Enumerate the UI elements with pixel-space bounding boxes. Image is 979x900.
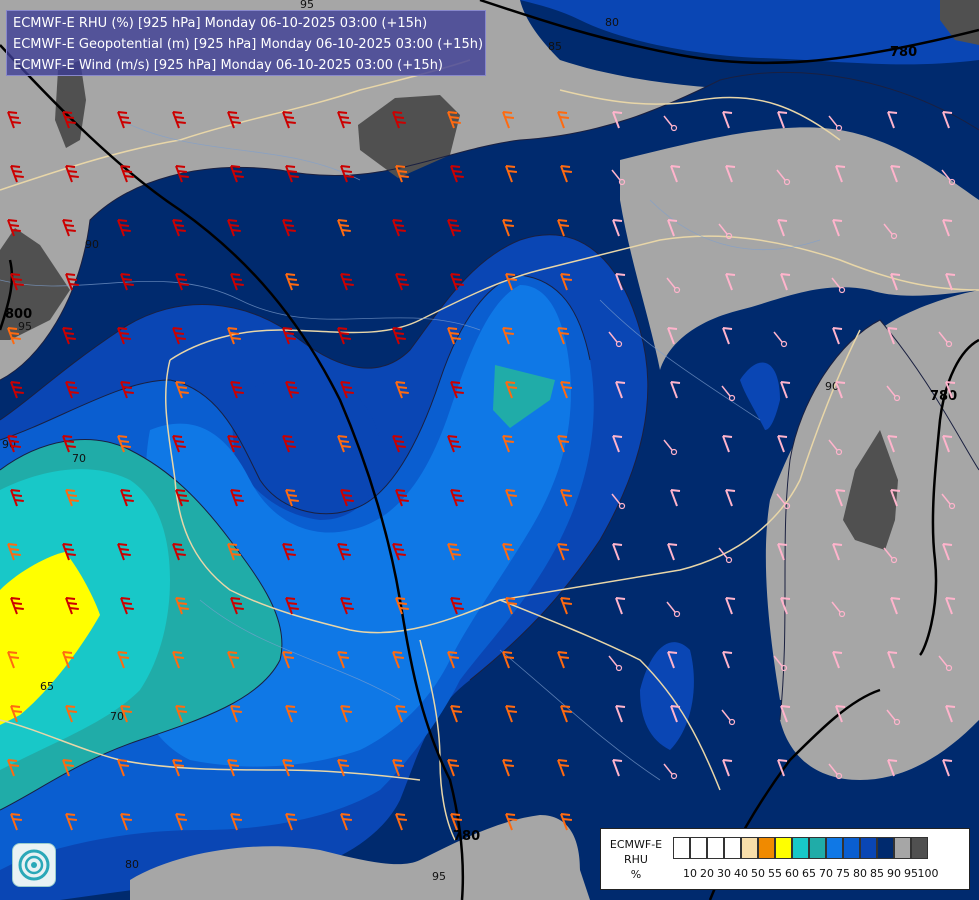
contour-label: 95 bbox=[432, 870, 446, 883]
legend-swatch bbox=[707, 837, 724, 859]
legend-swatch bbox=[775, 837, 792, 859]
legend-title-variable: RHU bbox=[624, 853, 648, 866]
contour-label: 80 bbox=[605, 16, 619, 29]
title-geopotential: ECMWF-E Geopotential (m) [925 hPa] Monda… bbox=[13, 37, 484, 52]
legend-tick-label: 55 bbox=[768, 867, 782, 880]
legend-tick-label: 95 bbox=[904, 867, 918, 880]
legend-swatch bbox=[911, 837, 928, 859]
legend-tick-label: 40 bbox=[734, 867, 748, 880]
title-box: ECMWF-E RHU (%) [925 hPa] Monday 06-10-2… bbox=[6, 10, 486, 76]
legend-tick-label: 50 bbox=[751, 867, 765, 880]
legend-tick-label: 20 bbox=[700, 867, 714, 880]
legend-swatch bbox=[741, 837, 758, 859]
legend-tick-label: 30 bbox=[717, 867, 731, 880]
legend-tick-label: 80 bbox=[853, 867, 867, 880]
weather-map: 80 85 90 95 90 95 70 70 65 90 80 95 780 … bbox=[0, 0, 979, 900]
legend-tick-label: 65 bbox=[802, 867, 816, 880]
contour-label: 70 bbox=[110, 710, 124, 723]
legend-title-unit: % bbox=[630, 868, 642, 881]
geopotential-label: 780 bbox=[930, 389, 957, 404]
legend-swatch bbox=[826, 837, 843, 859]
legend-swatch bbox=[894, 837, 911, 859]
ecmwf-logo-icon bbox=[12, 843, 56, 887]
legend-swatch bbox=[673, 837, 690, 859]
legend-tick-label: 85 bbox=[870, 867, 884, 880]
contour-label: 80 bbox=[125, 858, 139, 871]
legend-swatch bbox=[758, 837, 775, 859]
geopotential-label: 780 bbox=[890, 45, 917, 60]
legend-swatch bbox=[877, 837, 894, 859]
legend-swatch bbox=[724, 837, 741, 859]
legend-swatch bbox=[690, 837, 707, 859]
legend-tick-label: 10 bbox=[683, 867, 697, 880]
rhu-legend: ECMWF-E RHU % 10 20 30 40 50 55 60 65 70 75 80 85 90… bbox=[600, 828, 970, 890]
legend-tick-label: 90 bbox=[887, 867, 901, 880]
legend-swatch bbox=[843, 837, 860, 859]
contour-label: 65 bbox=[40, 680, 54, 693]
geopotential-label: 780 bbox=[453, 829, 480, 844]
legend-swatch bbox=[792, 837, 809, 859]
legend-tick-label: 70 bbox=[819, 867, 833, 880]
contour-label: 85 bbox=[548, 40, 562, 53]
contour-label: 70 bbox=[72, 452, 86, 465]
legend-tick-label: 75 bbox=[836, 867, 850, 880]
legend-tick-label: 60 bbox=[785, 867, 799, 880]
legend-swatch bbox=[860, 837, 877, 859]
legend-swatches bbox=[673, 837, 928, 859]
title-wind: ECMWF-E Wind (m/s) [925 hPa] Monday 06-1… bbox=[13, 58, 444, 73]
legend-tick-label: 100 bbox=[917, 867, 939, 880]
contour-label: 90 bbox=[85, 238, 99, 251]
legend-title: ECMWF-E RHU % bbox=[603, 837, 669, 882]
legend-title-model: ECMWF-E bbox=[609, 838, 663, 851]
geopotential-label: 800 bbox=[5, 307, 32, 322]
legend-swatch bbox=[809, 837, 826, 859]
title-rhu: ECMWF-E RHU (%) [925 hPa] Monday 06-10-2… bbox=[13, 16, 428, 31]
